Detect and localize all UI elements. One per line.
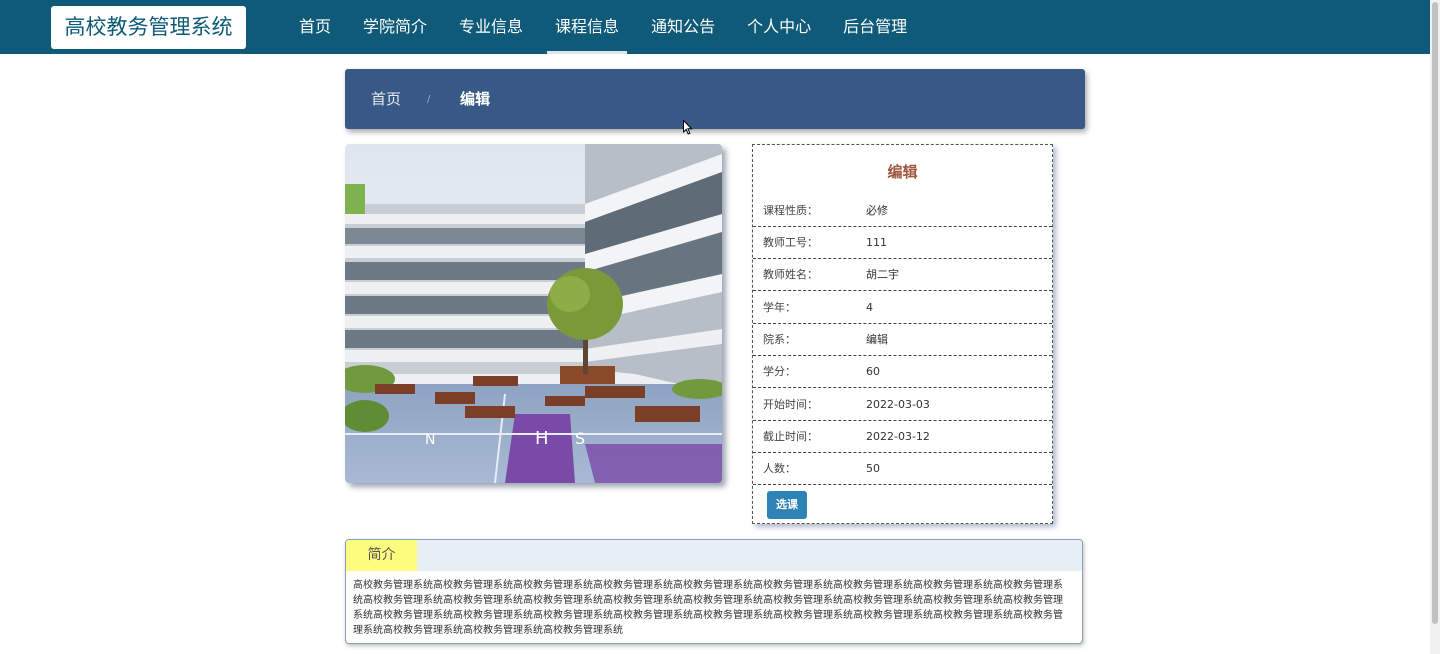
breadcrumb-current: 编辑 <box>460 90 491 108</box>
card-title: 编辑 <box>887 163 918 181</box>
breadcrumb-separator: / <box>427 94 431 105</box>
detail-row-teacher-id: 教师工号： 111 <box>753 227 1052 259</box>
vertical-scrollbar[interactable] <box>1430 0 1440 654</box>
row-label: 教师工号： <box>763 236 818 249</box>
row-label: 人数： <box>763 462 796 475</box>
intro-text: 高校教务管理系统高校教务管理系统高校教务管理系统高校教务管理系统高校教务管理系统… <box>353 580 1063 636</box>
breadcrumb-home-link[interactable]: 首页 <box>371 69 401 129</box>
row-label: 教师姓名： <box>763 268 818 281</box>
nav-item-admin[interactable]: 后台管理 <box>827 0 923 54</box>
row-value: 必修 <box>866 204 888 217</box>
row-value: 60 <box>866 365 880 378</box>
detail-row-school-year: 学年： 4 <box>753 292 1052 324</box>
row-label: 学年： <box>763 301 796 314</box>
main-nav: 首页 学院简介 专业信息 课程信息 通知公告 个人中心 后台管理 <box>283 0 923 54</box>
course-detail-card: 编辑 课程性质： 必修 教师工号： 111 教师姓名： 胡二宇 学年： 4 院系… <box>752 144 1053 524</box>
select-course-button[interactable]: 选课 <box>767 491 807 519</box>
intro-header: 简介 <box>346 540 1082 571</box>
detail-row-end-time: 截止时间： 2022-03-12 <box>753 421 1052 453</box>
tab-intro[interactable]: 简介 <box>346 540 417 571</box>
site-logo[interactable]: 高校教务管理系统 <box>51 6 246 49</box>
nav-item-notices[interactable]: 通知公告 <box>635 0 731 54</box>
detail-row-teacher-name: 教师姓名： 胡二宇 <box>753 259 1052 291</box>
top-navbar: 高校教务管理系统 首页 学院简介 专业信息 课程信息 通知公告 个人中心 后台管… <box>0 0 1430 54</box>
row-label: 院系： <box>763 333 796 346</box>
row-value: 2022-03-12 <box>866 430 930 443</box>
detail-row-start-time: 开始时间： 2022-03-03 <box>753 389 1052 421</box>
detail-row-credits: 学分： 60 <box>753 356 1052 388</box>
nav-item-major-info[interactable]: 专业信息 <box>443 0 539 54</box>
scrollbar-thumb[interactable] <box>1432 2 1438 624</box>
row-value: 2022-03-03 <box>866 398 930 411</box>
row-label: 学分： <box>763 365 796 378</box>
row-label: 开始时间： <box>763 398 818 411</box>
intro-panel: 简介 高校教务管理系统高校教务管理系统高校教务管理系统高校教务管理系统高校教务管… <box>345 539 1083 644</box>
mouse-cursor-icon <box>683 120 693 135</box>
row-value: 编辑 <box>866 333 888 346</box>
nav-item-home[interactable]: 首页 <box>283 0 347 54</box>
row-label: 课程性质： <box>763 204 818 217</box>
detail-row-department: 院系： 编辑 <box>753 324 1052 356</box>
svg-text:H: H <box>535 428 549 449</box>
nav-item-college-intro[interactable]: 学院简介 <box>347 0 443 54</box>
svg-text:N: N <box>425 432 435 448</box>
row-value: 111 <box>866 236 887 249</box>
nav-item-course-info[interactable]: 课程信息 <box>539 0 635 54</box>
row-value: 胡二宇 <box>866 268 899 281</box>
detail-row-headcount: 人数： 50 <box>753 453 1052 485</box>
row-value: 50 <box>866 462 880 475</box>
nav-item-personal-center[interactable]: 个人中心 <box>731 0 827 54</box>
course-image: H N S <box>345 144 722 483</box>
breadcrumb: 首页 / 编辑 <box>345 69 1085 129</box>
row-label: 截止时间： <box>763 430 818 443</box>
row-value: 4 <box>866 301 873 314</box>
svg-text:S: S <box>575 429 585 448</box>
detail-row-course-type: 课程性质： 必修 <box>753 195 1052 227</box>
